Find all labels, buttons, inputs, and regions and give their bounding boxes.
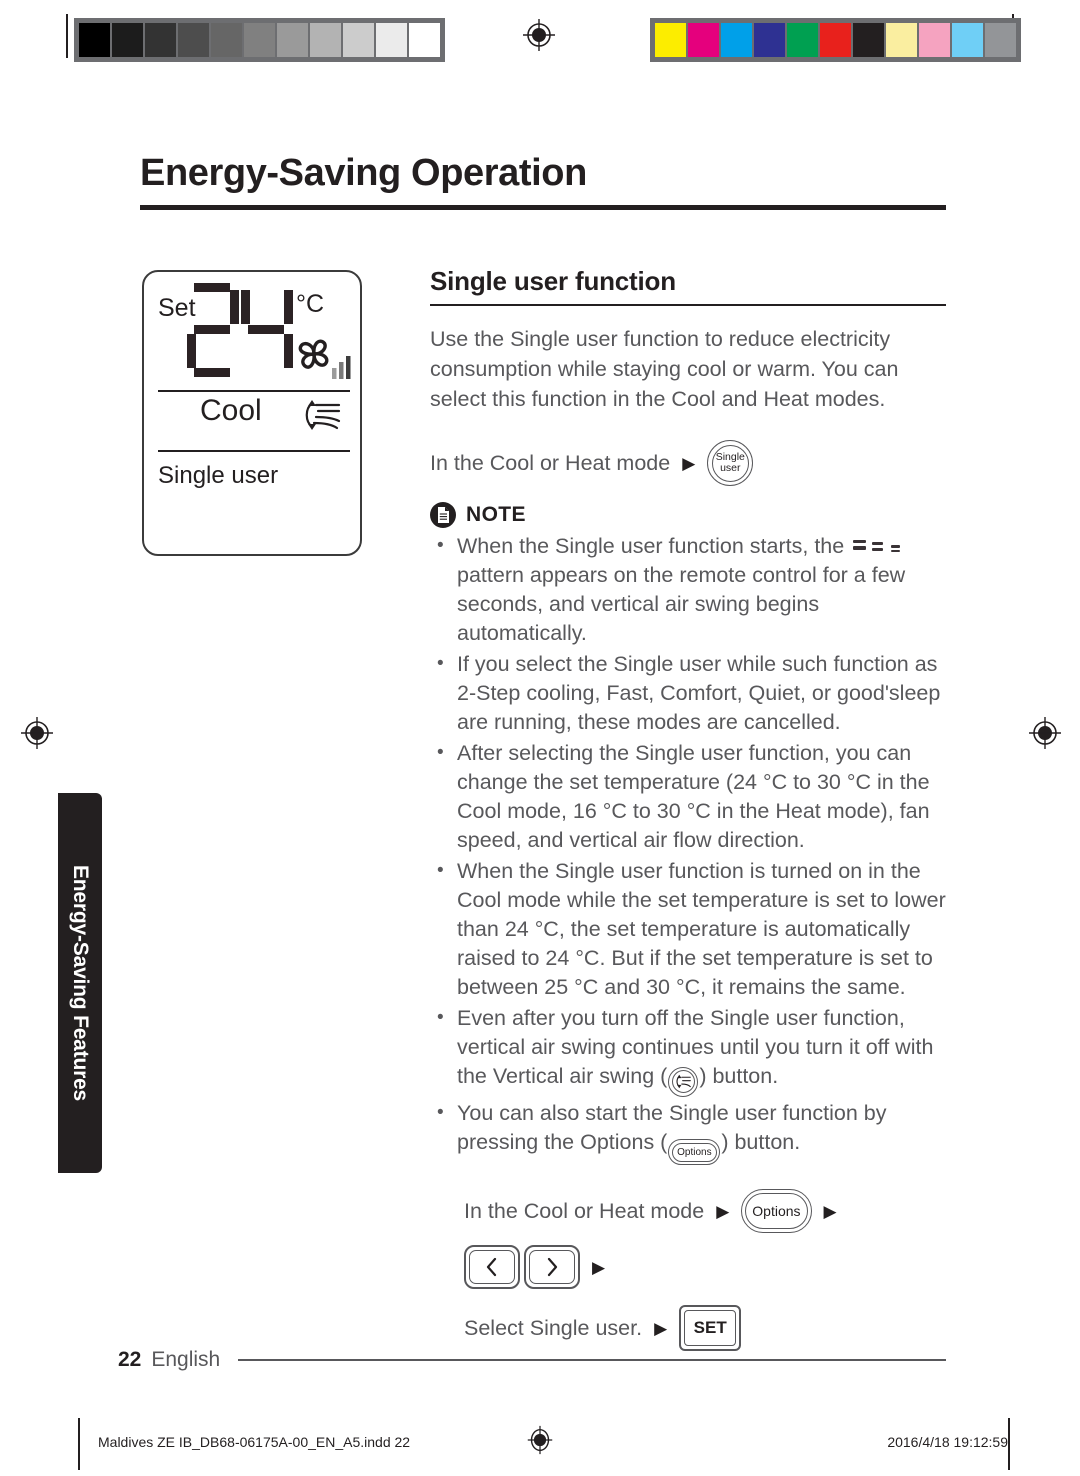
note-text-after: ) button. [699,1064,779,1088]
note-heading: NOTE [430,502,946,528]
options-button-icon[interactable]: Options [668,1139,721,1165]
set-button-label: SET [693,1318,727,1337]
set-button[interactable]: SET [679,1305,742,1351]
list-item: You can also start the Single user funct… [430,1098,946,1165]
list-item: Even after you turn off the Single user … [430,1003,946,1097]
lcd-function-label: Single user [158,462,279,489]
content-column: Single user function Use the Single user… [430,266,946,1367]
note-text-after: ) button. [721,1129,801,1154]
note-document-icon [430,502,456,528]
manual-page: Energy-Saving Operation Set °C Cool Sing… [0,0,1080,1476]
footer-rule [238,1359,946,1361]
slug-crop-left [78,1418,80,1470]
lcd-divider-2 [158,450,350,452]
section-heading: Single user function [430,266,676,296]
note-label: NOTE [466,503,526,526]
vertical-air-swing-button-icon[interactable] [668,1066,699,1097]
fan-pinwheel-icon [292,332,354,386]
note-list: When the Single user function starts, th… [430,531,946,1165]
procedure-row-2: Select Single user. ▶ SET [464,1305,946,1351]
lcd-mode-label: Cool [200,394,262,427]
single-user-button-icon[interactable]: Single user [707,440,754,486]
options-button-label: Options [752,1203,801,1219]
page-title: Energy-Saving Operation [140,152,587,194]
quick-step-text: In the Cool or Heat mode [430,450,671,475]
production-timestamp: 2016/4/18 19:12:59 [887,1434,1008,1450]
lcd-unit-label: °C [296,290,325,318]
page-language: English [151,1348,221,1371]
arrow-right-glyph: ▶ [592,1257,606,1277]
quick-step-row: In the Cool or Heat mode ▶ Single user [430,440,946,486]
note-text-before: When the Single user function starts, th… [457,534,845,558]
page-footer: 22 English [118,1348,946,1372]
page-number: 22 [118,1348,142,1371]
arrow-right-glyph: ▶ [682,453,696,473]
arrow-key-pair [464,1245,580,1289]
arrow-right-glyph: ▶ [654,1318,668,1338]
registration-target-icon-footer [524,1424,556,1456]
slug-crop-right [1008,1418,1010,1470]
list-item: If you select the Single user while such… [430,649,946,737]
intro-paragraph: Use the Single user function to reduce e… [430,327,899,411]
procedure-line1-text: In the Cool or Heat mode [464,1198,705,1223]
note-text-after: pattern appears on the remote control fo… [457,563,906,645]
seven-segment-digit [240,282,294,378]
lcd-display-illustration: Set °C Cool Single user [142,270,362,556]
arrow-right-glyph: ▶ [716,1201,730,1221]
procedure-row-1: In the Cool or Heat mode ▶ Options ▶ ▶ [464,1189,946,1289]
lcd-temperature-digits [186,282,294,378]
list-item: After selecting the Single user function… [430,738,946,855]
section-heading-rule [430,304,946,306]
vertical-air-swing-icon [299,396,345,434]
chevron-right-button[interactable] [524,1245,580,1289]
list-item: When the Single user function starts, th… [430,531,946,648]
seven-segment-digit [186,282,240,378]
arrow-right-glyph: ▶ [823,1201,837,1221]
lcd-divider-1 [158,390,350,392]
dash-pattern-icon [853,539,915,555]
page-title-rule [140,205,946,210]
list-item: When the Single user function is turned … [430,856,946,1002]
chevron-left-button[interactable] [464,1245,520,1289]
options-button-label: Options [677,1146,712,1158]
chapter-side-tab: Energy-Saving Features [58,793,102,1173]
procedure-line2-text: Select Single user. [464,1315,643,1340]
production-filename: Maldives ZE IB_DB68-06175A-00_EN_A5.indd… [98,1434,411,1450]
single-user-button-line2: user [720,462,741,474]
options-button[interactable]: Options [741,1189,812,1233]
chapter-side-tab-label: Energy-Saving Features [69,864,92,1102]
